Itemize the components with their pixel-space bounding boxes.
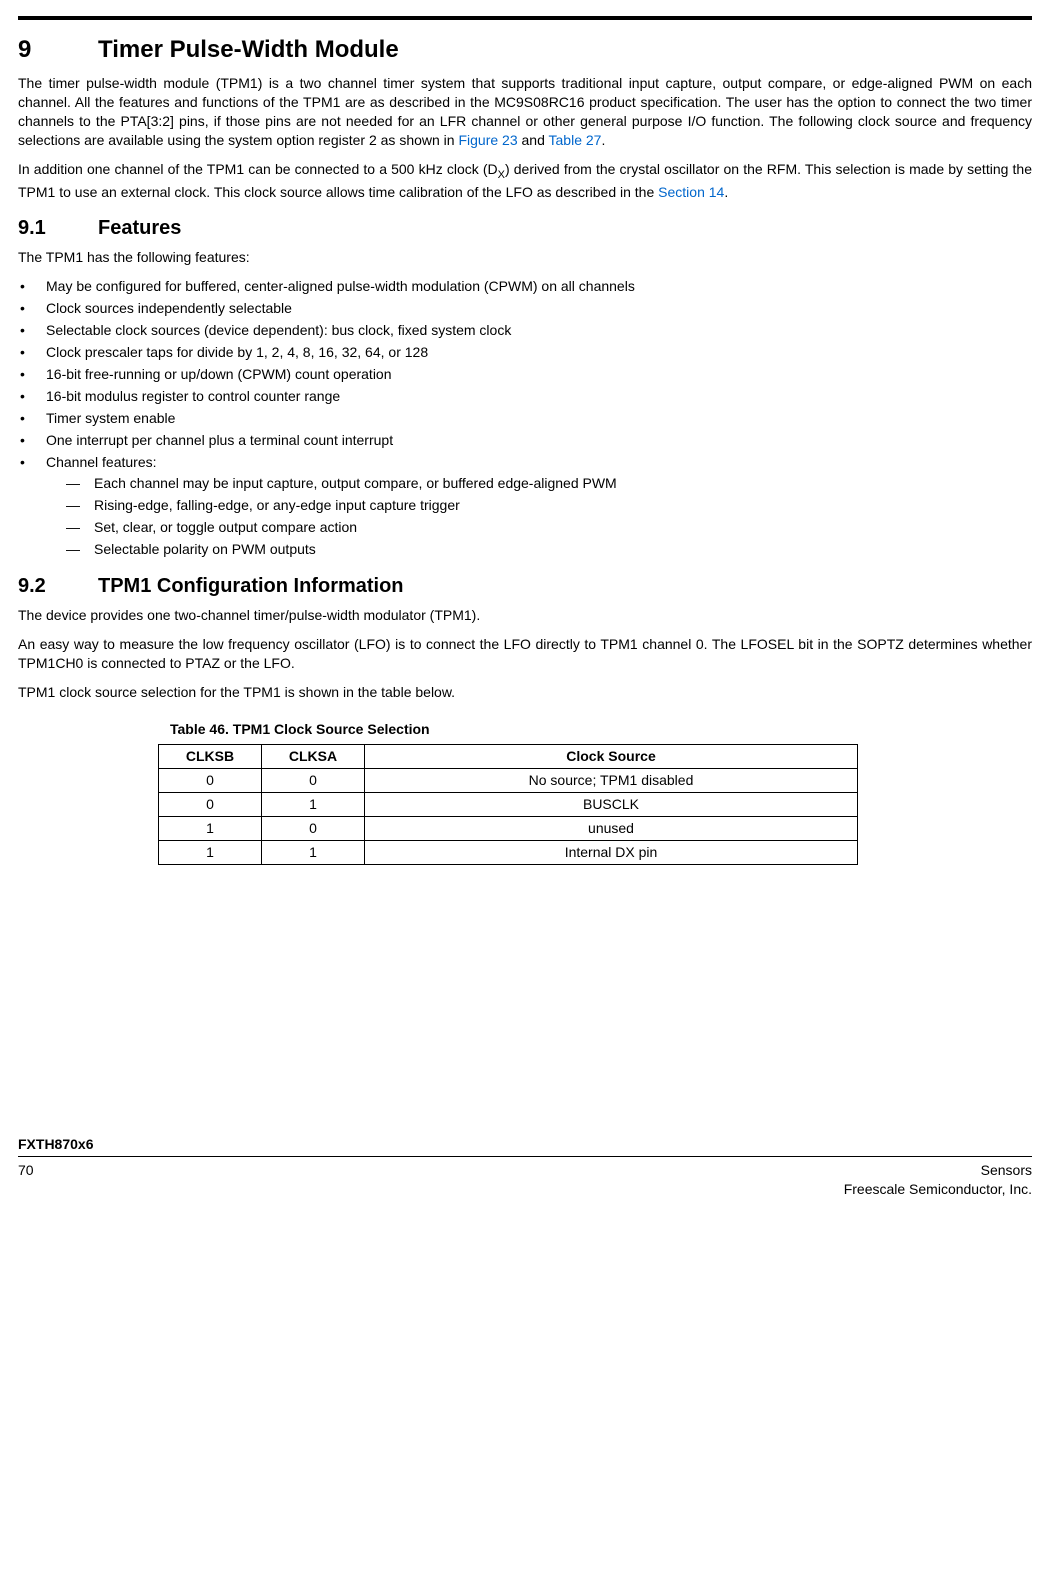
th-clksa: CLKSA: [262, 745, 365, 769]
channel-feature-item: Set, clear, or toggle output compare act…: [66, 518, 1032, 537]
td: No source; TPM1 disabled: [365, 769, 858, 793]
footer-company: Freescale Semiconductor, Inc.: [844, 1180, 1032, 1199]
td: BUSCLK: [365, 793, 858, 817]
section-9-1-heading: 9.1Features: [18, 215, 1032, 242]
td: 0: [262, 817, 365, 841]
section-9-title: Timer Pulse-Width Module: [98, 36, 399, 63]
table-46-wrap: Table 46. TPM1 Clock Source Selection CL…: [158, 720, 858, 865]
spacer: [18, 865, 1032, 1125]
section-9-para-2: In addition one channel of the TPM1 can …: [18, 160, 1032, 202]
section-9-heading: 9Timer Pulse-Width Module: [18, 34, 1032, 66]
table-46-caption: Table 46. TPM1 Clock Source Selection: [170, 720, 858, 739]
channel-feature-item: Each channel may be input capture, outpu…: [66, 474, 1032, 493]
footer-sensors: Sensors: [844, 1161, 1032, 1180]
table-row: 0 1 BUSCLK: [159, 793, 858, 817]
section-9-1-intro: The TPM1 has the following features:: [18, 248, 1032, 267]
text: In addition one channel of the TPM1 can …: [18, 161, 498, 177]
footer: 70 Sensors Freescale Semiconductor, Inc.: [18, 1156, 1032, 1199]
features-list: May be configured for buffered, center-a…: [18, 277, 1032, 471]
channel-features-list: Each channel may be input capture, outpu…: [66, 474, 1032, 559]
xref-figure-23[interactable]: Figure 23: [458, 132, 517, 148]
text: .: [724, 184, 728, 200]
section-9-number: 9: [18, 34, 98, 66]
feature-item: Selectable clock sources (device depende…: [18, 321, 1032, 340]
feature-item: Clock prescaler taps for divide by 1, 2,…: [18, 343, 1032, 362]
page-number: 70: [18, 1161, 34, 1199]
section-9-2-para-3: TPM1 clock source selection for the TPM1…: [18, 683, 1032, 702]
top-rule: [18, 16, 1032, 20]
text: .: [601, 132, 605, 148]
doc-id: FXTH870x6: [18, 1135, 1032, 1154]
feature-item: Timer system enable: [18, 409, 1032, 428]
feature-item: Channel features:: [18, 453, 1032, 472]
text: and: [518, 132, 549, 148]
section-9-2-para-1: The device provides one two-channel time…: [18, 606, 1032, 625]
th-clksb: CLKSB: [159, 745, 262, 769]
xref-table-27[interactable]: Table 27: [549, 132, 602, 148]
table-row: 0 0 No source; TPM1 disabled: [159, 769, 858, 793]
feature-item: May be configured for buffered, center-a…: [18, 277, 1032, 296]
section-9-para-1: The timer pulse-width module (TPM1) is a…: [18, 74, 1032, 150]
section-9-2-heading: 9.2TPM1 Configuration Information: [18, 573, 1032, 600]
feature-item: 16-bit modulus register to control count…: [18, 387, 1032, 406]
table-row: CLKSB CLKSA Clock Source: [159, 745, 858, 769]
td: 0: [262, 769, 365, 793]
feature-item: 16-bit free-running or up/down (CPWM) co…: [18, 365, 1032, 384]
table-row: 1 1 Internal DX pin: [159, 840, 858, 864]
section-9-1-title: Features: [98, 217, 181, 239]
td: unused: [365, 817, 858, 841]
section-9-2-para-2: An easy way to measure the low frequency…: [18, 635, 1032, 673]
footer-right: Sensors Freescale Semiconductor, Inc.: [844, 1161, 1032, 1199]
td: 0: [159, 769, 262, 793]
section-9-2-title: TPM1 Configuration Information: [98, 575, 404, 597]
td: 1: [159, 840, 262, 864]
section-9-2-number: 9.2: [18, 573, 98, 600]
td: 1: [159, 817, 262, 841]
th-clock-source: Clock Source: [365, 745, 858, 769]
xref-section-14[interactable]: Section 14: [658, 184, 724, 200]
feature-item: Clock sources independently selectable: [18, 299, 1032, 318]
feature-item: One interrupt per channel plus a termina…: [18, 431, 1032, 450]
td: 0: [159, 793, 262, 817]
section-9-1-number: 9.1: [18, 215, 98, 242]
channel-feature-item: Rising-edge, falling-edge, or any-edge i…: [66, 496, 1032, 515]
subscript: X: [498, 169, 505, 181]
table-46: CLKSB CLKSA Clock Source 0 0 No source; …: [158, 744, 858, 864]
td: 1: [262, 793, 365, 817]
td: Internal DX pin: [365, 840, 858, 864]
channel-feature-item: Selectable polarity on PWM outputs: [66, 540, 1032, 559]
table-row: 1 0 unused: [159, 817, 858, 841]
td: 1: [262, 840, 365, 864]
